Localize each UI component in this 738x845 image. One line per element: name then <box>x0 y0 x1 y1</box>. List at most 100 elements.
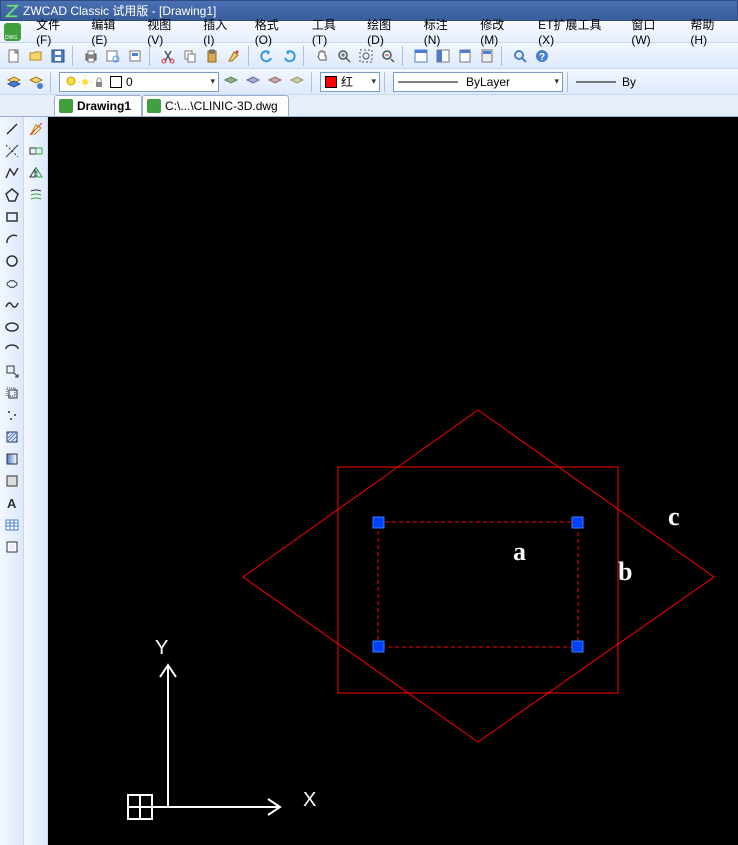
help-button[interactable]: ? <box>532 46 552 66</box>
menu-edit[interactable]: 编辑(E) <box>82 13 138 50</box>
arc-button[interactable] <box>2 229 22 249</box>
hatch-button[interactable] <box>2 427 22 447</box>
dwg-icon <box>147 99 161 113</box>
dwg-icon <box>59 99 73 113</box>
menu-format[interactable]: 格式(O) <box>246 13 303 50</box>
layer-states-button[interactable] <box>26 72 46 92</box>
annotation-b: b <box>618 557 632 587</box>
layer-off-button[interactable] <box>265 72 285 92</box>
properties-toolbar: 0 红 ByLayer By <box>0 69 738 95</box>
linetype-dropdown[interactable]: ByLayer <box>393 72 563 92</box>
separator <box>50 72 55 92</box>
insert-block-button[interactable] <box>2 361 22 381</box>
ellipse-button[interactable] <box>2 317 22 337</box>
menu-insert[interactable]: 插入(I) <box>194 13 246 50</box>
open-button[interactable] <box>26 46 46 66</box>
construction-line-button[interactable] <box>2 141 22 161</box>
table-button[interactable] <box>2 515 22 535</box>
region-button[interactable] <box>2 471 22 491</box>
menu-window[interactable]: 窗口(W) <box>622 13 681 50</box>
publish-button[interactable] <box>125 46 145 66</box>
layer-manager-button[interactable] <box>4 72 24 92</box>
layer-lock-button[interactable] <box>287 72 307 92</box>
circle-button[interactable] <box>2 251 22 271</box>
tab-drawing1[interactable]: Drawing1 <box>54 95 142 116</box>
separator <box>72 46 77 66</box>
linetype-label: ByLayer <box>466 75 510 89</box>
separator <box>567 72 572 92</box>
calc-button[interactable] <box>477 46 497 66</box>
layer-freeze-button[interactable] <box>243 72 263 92</box>
svg-text:A: A <box>7 496 17 511</box>
properties-button[interactable] <box>411 46 431 66</box>
line-button[interactable] <box>2 119 22 139</box>
make-block-button[interactable] <box>2 383 22 403</box>
layer-color-swatch <box>110 76 122 88</box>
pan-button[interactable] <box>312 46 332 66</box>
zoom-previous-button[interactable] <box>378 46 398 66</box>
wipeout-button[interactable] <box>2 537 22 557</box>
offset-button[interactable] <box>26 185 46 205</box>
tab-clinic3d[interactable]: C:\...\CLINIC-3D.dwg <box>142 95 289 116</box>
separator <box>311 72 316 92</box>
new-button[interactable] <box>4 46 24 66</box>
mirror-button[interactable] <box>26 163 46 183</box>
copy-modify-button[interactable] <box>26 141 46 161</box>
print-button[interactable] <box>81 46 101 66</box>
print-preview-button[interactable] <box>103 46 123 66</box>
separator <box>248 46 253 66</box>
copy-button[interactable] <box>180 46 200 66</box>
layer-name: 0 <box>126 75 133 89</box>
menu-et[interactable]: ET扩展工具(X) <box>529 13 622 50</box>
lightbulb-icon <box>64 75 78 89</box>
app-menu-icon[interactable] <box>4 23 21 41</box>
modify-toolbar <box>24 117 48 845</box>
match-button[interactable] <box>224 46 244 66</box>
zoom-realtime-button[interactable] <box>334 46 354 66</box>
menu-view[interactable]: 视图(V) <box>138 13 194 50</box>
polygon-button[interactable] <box>2 185 22 205</box>
design-center-button[interactable] <box>433 46 453 66</box>
color-label: 红 <box>341 73 353 90</box>
axis-y-label: Y <box>155 637 168 660</box>
annotation-a: a <box>513 537 526 567</box>
polyline-button[interactable] <box>2 163 22 183</box>
drawing-canvas[interactable]: a b c X Y <box>48 117 738 845</box>
paste-button[interactable] <box>202 46 222 66</box>
draw-toolbar: A <box>0 117 24 845</box>
menu-annotate[interactable]: 标注(N) <box>415 13 472 50</box>
text-button[interactable]: A <box>2 493 22 513</box>
separator <box>501 46 506 66</box>
menu-draw[interactable]: 绘图(D) <box>358 13 415 50</box>
tool-palette-button[interactable] <box>455 46 475 66</box>
svg-text:?: ? <box>539 52 545 63</box>
layer-previous-button[interactable] <box>221 72 241 92</box>
workspace: A <box>0 117 738 845</box>
undo-button[interactable] <box>257 46 277 66</box>
revision-cloud-button[interactable] <box>2 273 22 293</box>
zoom-button[interactable] <box>510 46 530 66</box>
menu-modify[interactable]: 修改(M) <box>471 13 529 50</box>
cut-button[interactable] <box>158 46 178 66</box>
point-button[interactable] <box>2 405 22 425</box>
rectangle-button[interactable] <box>2 207 22 227</box>
save-button[interactable] <box>48 46 68 66</box>
ellipse-arc-button[interactable] <box>2 339 22 359</box>
spline-button[interactable] <box>2 295 22 315</box>
document-tabs: Drawing1 C:\...\CLINIC-3D.dwg <box>0 95 738 117</box>
redo-button[interactable] <box>279 46 299 66</box>
menu-tools[interactable]: 工具(T) <box>303 13 358 50</box>
erase-button[interactable] <box>26 119 46 139</box>
color-dropdown[interactable]: 红 <box>320 72 380 92</box>
separator <box>149 46 154 66</box>
menu-help[interactable]: 帮助(H) <box>681 13 738 50</box>
lock-icon <box>92 75 106 89</box>
zoom-window-button[interactable] <box>356 46 376 66</box>
color-swatch <box>325 76 337 88</box>
separator <box>303 46 308 66</box>
separator <box>402 46 407 66</box>
menu-file[interactable]: 文件(F) <box>27 13 82 50</box>
app-logo <box>5 4 19 18</box>
gradient-button[interactable] <box>2 449 22 469</box>
layer-dropdown[interactable]: 0 <box>59 72 219 92</box>
